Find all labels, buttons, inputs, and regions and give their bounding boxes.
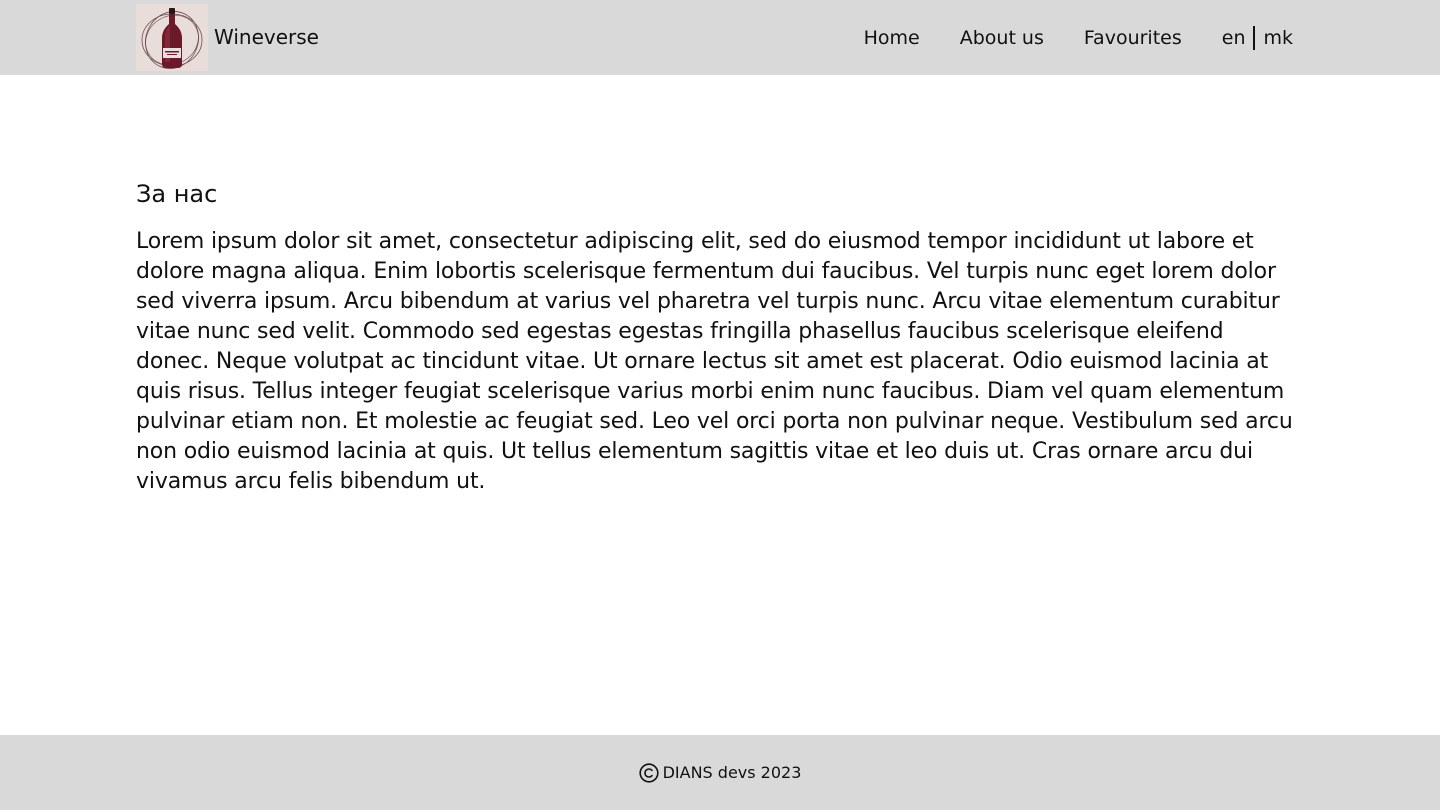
wine-bottle-icon [136,4,208,71]
nav-home-link[interactable]: Home [864,27,920,49]
brand-home-link[interactable]: Wineverse [136,4,319,71]
footer: DIANS devs 2023 [0,735,1440,810]
nav-about-link[interactable]: About us [960,27,1044,49]
copyright-text: DIANS devs 2023 [662,763,802,782]
about-paragraph: Lorem ipsum dolor sit amet, consectetur … [136,229,1293,494]
main-nav: Home About us Favourites en mk [864,0,1293,75]
page-title: За нас [136,180,218,208]
lang-en-link[interactable]: en [1222,27,1246,49]
copyright: DIANS devs 2023 [638,762,802,783]
brand-name: Wineverse [214,25,319,49]
copyright-icon [638,762,659,783]
nav-favourites-link[interactable]: Favourites [1084,27,1182,49]
lang-mk-link[interactable]: mk [1263,27,1293,49]
language-divider [1253,25,1256,50]
top-navbar: Wineverse Home About us Favourites en mk [0,0,1440,75]
page: Wineverse Home About us Favourites en mk… [0,0,1440,810]
language-switcher: en mk [1222,25,1293,50]
